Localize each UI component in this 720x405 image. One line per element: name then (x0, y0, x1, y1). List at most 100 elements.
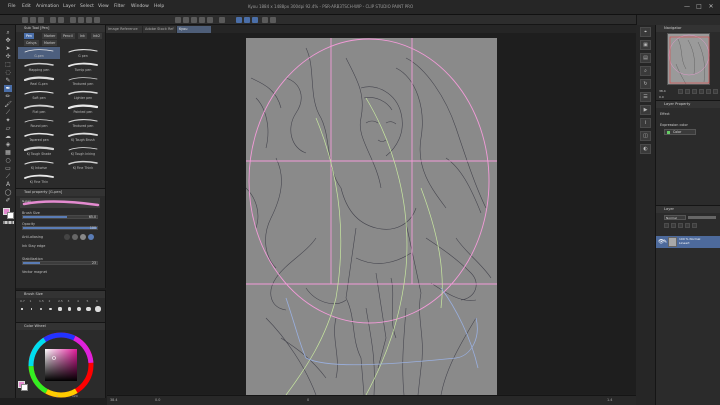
history-icon[interactable]: ↻ (640, 79, 651, 89)
transform-icon[interactable] (86, 17, 92, 23)
navigator-thumbnail[interactable] (667, 33, 710, 85)
subtool-tab-marker2[interactable]: Marker (42, 40, 58, 46)
rotate-right-icon[interactable] (713, 89, 718, 94)
zoom-out-icon[interactable] (685, 89, 690, 94)
stabilizer-icon[interactable] (262, 17, 268, 23)
move-tool-icon[interactable]: ✥ (4, 37, 12, 44)
minimize-button[interactable]: — (682, 2, 692, 11)
eyedropper-tool-icon[interactable]: ✎ (4, 77, 12, 84)
selection-icon[interactable] (219, 17, 225, 23)
brush-item[interactable]: G pen (62, 47, 104, 59)
fill-tool-icon[interactable]: ◈ (4, 141, 12, 148)
aa-none-button[interactable] (64, 234, 70, 240)
brush-item[interactable]: KJ Fine Thin (18, 173, 60, 185)
opacity-slider[interactable] (22, 226, 98, 230)
brush-item[interactable]: Textured pen (62, 117, 104, 129)
rotate-left-icon[interactable] (706, 89, 711, 94)
brush-item[interactable]: Real G-pen (18, 75, 60, 87)
brush-size-preset-dot[interactable] (58, 307, 62, 311)
gradient-tool-icon[interactable]: ▦ (4, 149, 12, 156)
menu-layer[interactable]: Layer (63, 4, 76, 9)
ink-edge-label[interactable]: Ink Stay edge (22, 244, 45, 248)
airbrush-tool-icon[interactable]: ⟋ (4, 109, 12, 116)
layer-opacity-slider[interactable] (688, 216, 716, 219)
subtool-tab-marker[interactable]: Marker (42, 33, 58, 39)
fit-icon[interactable] (692, 89, 697, 94)
subtool-tab-celsys[interactable]: Celsys (24, 40, 39, 46)
new-file-icon[interactable] (22, 17, 28, 23)
stabilization-slider[interactable] (22, 261, 98, 265)
figure-tool-icon[interactable]: ○ (4, 157, 12, 164)
status-angle[interactable]: 0.0 (155, 398, 160, 402)
subtool-tab-pencil[interactable]: Pencil (61, 33, 75, 39)
menu-animation[interactable]: Animation (36, 4, 59, 9)
clear-icon[interactable] (70, 17, 76, 23)
ruler-tool-icon[interactable]: ⟋ (4, 173, 12, 180)
search-layer-icon[interactable]: ⌕ (640, 66, 651, 76)
redo-icon[interactable] (58, 17, 64, 23)
undo-icon[interactable] (50, 17, 56, 23)
menu-filter[interactable]: Filter (114, 4, 125, 9)
tab-image-reference[interactable]: Image Reference (106, 26, 142, 33)
decoration-tool-icon[interactable]: ✦ (4, 117, 12, 124)
navigator-panel-icon[interactable]: ⌖ (640, 27, 651, 37)
brush-item[interactable]: Round pen (18, 117, 60, 129)
maximize-button[interactable]: □ (694, 2, 704, 11)
brush-mode-icon[interactable] (244, 17, 250, 23)
menu-select[interactable]: Select (80, 4, 94, 9)
status-zoom[interactable]: 38.4 (110, 398, 118, 402)
brush-item[interactable]: Mapping pen (18, 61, 60, 73)
brush-size-preset-dot[interactable] (49, 307, 52, 311)
brush-size-slider[interactable] (22, 215, 98, 219)
operation-tool-icon[interactable]: ➤ (4, 45, 12, 52)
actual-size-icon[interactable] (699, 89, 704, 94)
item-bank-icon[interactable]: ☰ (640, 92, 651, 102)
layer-ruler-icon[interactable] (692, 223, 697, 228)
layer-lock-icon[interactable] (678, 223, 683, 228)
open-file-icon[interactable] (30, 17, 36, 23)
guide-icon[interactable] (199, 17, 205, 23)
eraser-mode-icon[interactable] (252, 17, 258, 23)
zoom-in-icon[interactable] (678, 89, 683, 94)
tab-adobe-stock-ref[interactable]: Adobe Stock Ref (143, 26, 176, 33)
brush-size-preset-dot[interactable] (21, 308, 23, 310)
brush-item[interactable]: Lighter pen (62, 89, 104, 101)
subtool-tab-pen[interactable]: Pen (24, 33, 34, 39)
frame-tool-icon[interactable]: ▭ (4, 165, 12, 172)
brush-item[interactable]: Pointed pen (62, 103, 104, 115)
material-icon[interactable]: ▤ (640, 53, 651, 63)
lasso-tool-icon[interactable]: ◌ (4, 69, 12, 76)
move-layer-tool-icon[interactable]: ✣ (4, 53, 12, 60)
layer-ref-icon[interactable] (671, 223, 676, 228)
balloon-tool-icon[interactable]: ◯ (4, 189, 12, 196)
save-icon[interactable] (38, 17, 44, 23)
sub-view-icon[interactable]: ▣ (640, 40, 651, 50)
aa-strong-button[interactable] (88, 234, 94, 240)
transparent-color-swatch[interactable] (3, 221, 14, 224)
brush-item[interactable]: KJ Tough Brush (62, 131, 104, 143)
menu-edit[interactable]: Edit (22, 4, 31, 9)
auto-action-icon[interactable]: ▶ (640, 105, 651, 115)
color-sub-swatch[interactable] (21, 384, 28, 391)
layer-clip-icon[interactable] (664, 223, 669, 228)
color-set-icon[interactable]: ◐ (640, 144, 651, 154)
sub-color-swatch[interactable] (7, 212, 14, 219)
brush-size-preset-dot[interactable] (39, 307, 43, 311)
brush-size-preset-dot[interactable] (95, 306, 101, 312)
close-button[interactable]: ✕ (706, 2, 716, 11)
brush-item[interactable]: G-pen (18, 47, 60, 59)
artboard[interactable] (246, 38, 497, 395)
pen-tool-icon[interactable]: ✒ (4, 85, 12, 92)
brush-size-preset-dot[interactable] (67, 307, 72, 311)
selection-tool-icon[interactable]: ⬚ (4, 61, 12, 68)
grid-icon[interactable] (191, 17, 197, 23)
brush-item[interactable]: Flat pen (18, 103, 60, 115)
layer-row[interactable]: 👁 ✎ 100 % Normal Lineart (656, 236, 720, 248)
menu-window[interactable]: Window (131, 4, 149, 9)
brush-item[interactable]: Textured pen (62, 75, 104, 87)
pencil-tool-icon[interactable]: ✏ (4, 93, 12, 100)
brush-item[interactable]: Soft pen (18, 89, 60, 101)
navigator-zoom[interactable]: 38.4 (659, 89, 666, 93)
ruler-icon[interactable] (183, 17, 189, 23)
navigator-angle[interactable]: 0.0 (659, 95, 664, 99)
